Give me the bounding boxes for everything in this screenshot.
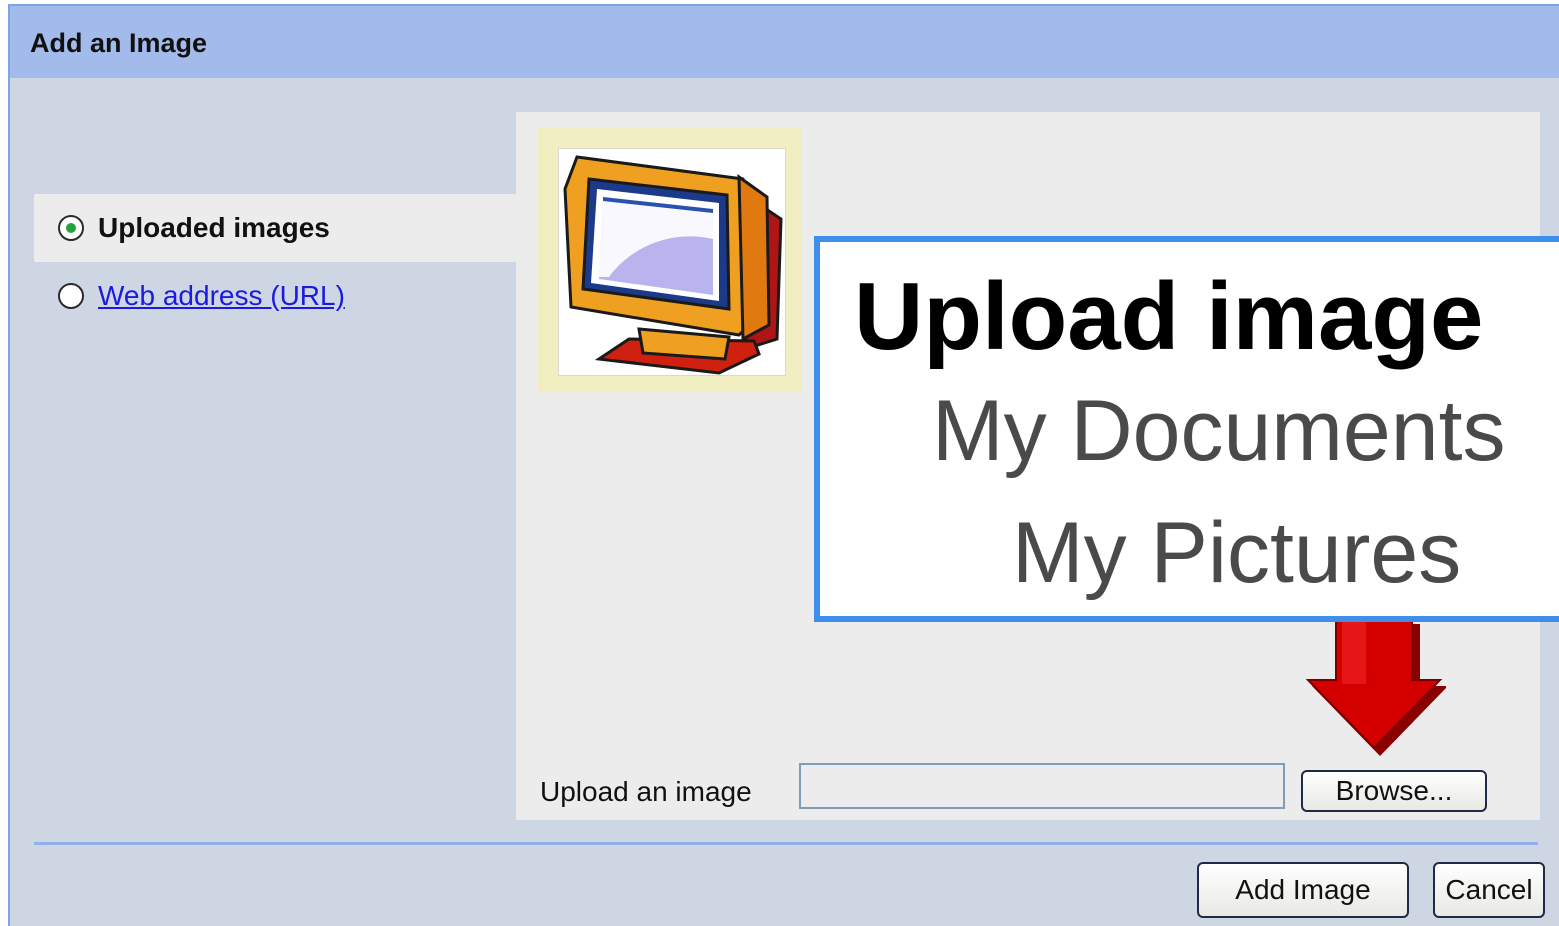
browse-button[interactable]: Browse... xyxy=(1301,770,1487,812)
radio-uploaded-images[interactable] xyxy=(58,215,84,241)
callout-my-documents: My Documents xyxy=(932,383,1506,479)
add-image-button[interactable]: Add Image xyxy=(1197,862,1409,918)
cancel-button[interactable]: Cancel xyxy=(1433,862,1545,918)
down-arrow-icon xyxy=(1306,620,1446,756)
web-address-link[interactable]: Web address (URL) xyxy=(98,280,345,312)
image-thumbnail[interactable] xyxy=(538,128,802,392)
dialog-title: Add an Image xyxy=(30,28,208,58)
radio-web-address[interactable] xyxy=(58,283,84,309)
dialog-titlebar: Add an Image xyxy=(10,6,1559,78)
divider xyxy=(34,842,1538,845)
upload-image-label: Upload an image xyxy=(540,776,752,807)
upload-hint-callout: Upload image My Documents My Pictures xyxy=(814,236,1559,622)
file-path-input[interactable] xyxy=(799,763,1285,809)
callout-title: Upload image xyxy=(854,263,1484,370)
callout-my-pictures: My Pictures xyxy=(1012,505,1462,601)
computer-monitor-icon xyxy=(563,155,783,375)
source-label-uploaded-images: Uploaded images xyxy=(98,212,330,243)
source-option-uploaded-images[interactable]: Uploaded images xyxy=(34,194,516,262)
source-option-web-address[interactable]: Web address (URL) xyxy=(34,262,516,330)
